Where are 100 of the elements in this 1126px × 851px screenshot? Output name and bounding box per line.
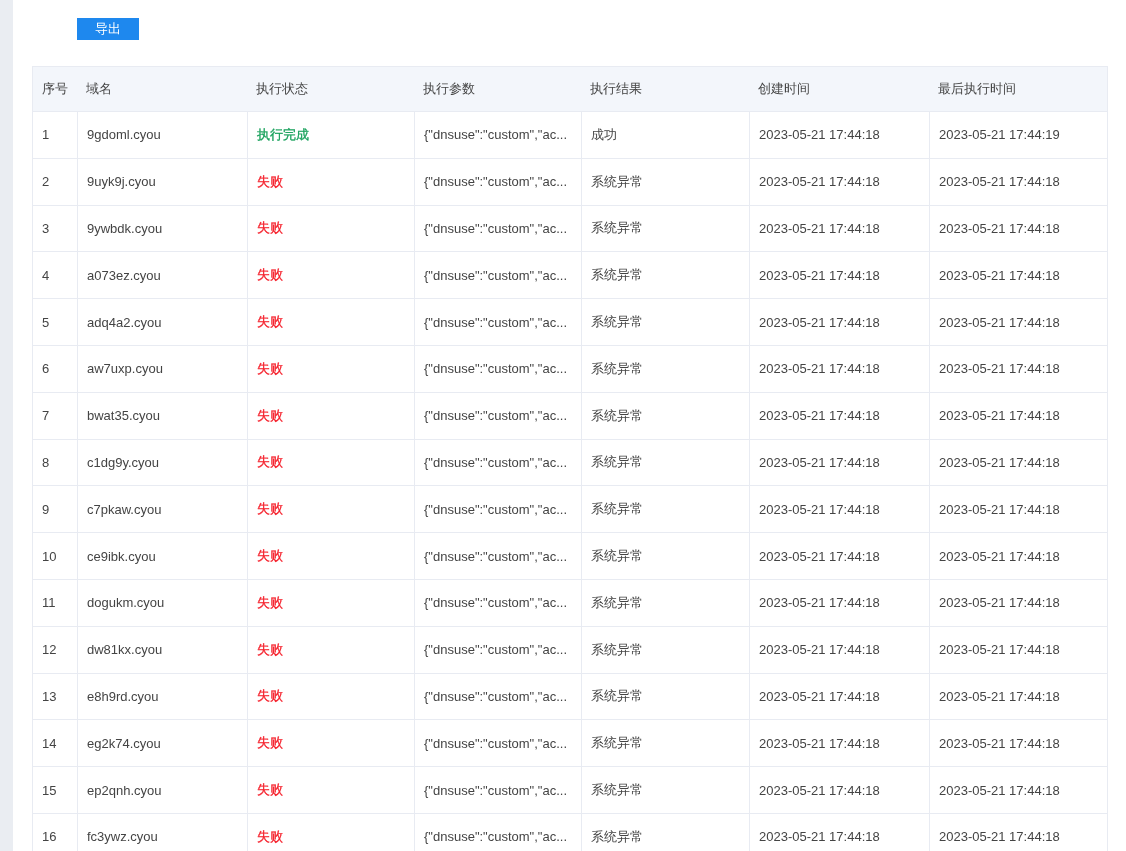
table-cell: 系统异常	[591, 359, 643, 378]
status-text: 失败	[257, 827, 283, 846]
table-cell: c7pkaw.cyou	[87, 501, 162, 517]
status-text: 失败	[257, 313, 283, 332]
table-cell: 系统异常	[591, 547, 643, 566]
table-cell: 2023-05-21 17:44:18	[939, 595, 1060, 611]
table-cell: 2023-05-21 17:44:18	[759, 454, 880, 470]
table-cell: 2023-05-21 17:44:18	[759, 408, 880, 424]
table-cell: bwat35.cyou	[87, 408, 160, 424]
table-cell: {"dnsuse":"custom","ac...	[424, 501, 568, 517]
table-cell: 1	[42, 127, 50, 143]
table-cell: 2023-05-21 17:44:18	[759, 595, 880, 611]
table-cell: 2023-05-21 17:44:19	[939, 127, 1060, 143]
table-cell: {"dnsuse":"custom","ac...	[424, 688, 568, 704]
table-cell: 系统异常	[591, 593, 643, 612]
table-cell: adq4a2.cyou	[87, 314, 162, 330]
table-cell: {"dnsuse":"custom","ac...	[424, 127, 568, 143]
table-cell: 2023-05-21 17:44:18	[939, 174, 1060, 190]
table-cell: c1dg9y.cyou	[87, 454, 160, 470]
status-text: 失败	[257, 734, 283, 753]
status-text: 失败	[257, 359, 283, 378]
table-cell: 2023-05-21 17:44:18	[939, 408, 1060, 424]
status-text: 失败	[257, 266, 283, 285]
table-cell: 2	[42, 174, 50, 190]
table-cell: 2023-05-21 17:44:18	[759, 688, 880, 704]
table-cell: {"dnsuse":"custom","ac...	[424, 361, 568, 377]
table-cell: 2023-05-21 17:44:18	[939, 688, 1060, 704]
table-cell: 2023-05-21 17:44:18	[939, 221, 1060, 236]
table-cell: 2023-05-21 17:44:18	[759, 267, 880, 283]
column-header: 域名	[85, 80, 113, 98]
table-cell: e8h9rd.cyou	[87, 688, 159, 704]
table-cell: dogukm.cyou	[87, 595, 165, 611]
table-cell: {"dnsuse":"custom","ac...	[424, 735, 568, 751]
table-cell: 2023-05-21 17:44:18	[939, 454, 1060, 470]
status-text: 失败	[257, 500, 283, 519]
table-cell: eg2k74.cyou	[87, 735, 161, 751]
table-cell: 2023-05-21 17:44:18	[759, 174, 880, 190]
table-cell: {"dnsuse":"custom","ac...	[424, 595, 568, 611]
table-cell: 系统异常	[591, 219, 643, 238]
table-cell: 2023-05-21 17:44:18	[939, 501, 1060, 517]
table-cell: fc3ywz.cyou	[87, 829, 158, 845]
status-text: 执行完成	[257, 125, 309, 144]
table-cell: 2023-05-21 17:44:18	[759, 127, 880, 143]
table-cell: {"dnsuse":"custom","ac...	[424, 548, 568, 564]
table-cell: 11	[42, 595, 56, 611]
table-cell: {"dnsuse":"custom","ac...	[424, 314, 568, 330]
table-cell: ce9ibk.cyou	[87, 548, 156, 564]
column-header: 序号	[41, 80, 69, 98]
table-cell: {"dnsuse":"custom","ac...	[424, 221, 568, 236]
status-text: 失败	[257, 406, 283, 425]
table-cell: 3	[42, 221, 50, 236]
table-cell: 系统异常	[591, 781, 643, 800]
table-cell: 2023-05-21 17:44:18	[759, 735, 880, 751]
export-button[interactable]: 导出	[77, 18, 139, 40]
table-cell: 系统异常	[591, 406, 643, 425]
table-cell: 16	[42, 829, 57, 845]
table-cell: aw7uxp.cyou	[87, 361, 163, 377]
table-cell: 系统异常	[591, 640, 643, 659]
table-cell: 12	[42, 642, 57, 658]
table-cell: 2023-05-21 17:44:18	[939, 267, 1060, 283]
table-cell: 4	[42, 267, 50, 283]
table-cell: 2023-05-21 17:44:18	[939, 642, 1060, 658]
status-text: 失败	[257, 687, 283, 706]
table-cell: 9uyk9j.cyou	[87, 174, 156, 190]
table-cell: {"dnsuse":"custom","ac...	[424, 829, 568, 845]
status-text: 失败	[257, 547, 283, 566]
table-cell: 2023-05-21 17:44:18	[939, 548, 1060, 564]
column-header: 创建时间	[757, 80, 811, 98]
table-cell: 2023-05-21 17:44:18	[759, 782, 880, 798]
table-cell: {"dnsuse":"custom","ac...	[424, 642, 568, 658]
table-cell: 2023-05-21 17:44:18	[759, 501, 880, 517]
status-text: 失败	[257, 640, 283, 659]
table-cell: 6	[42, 361, 50, 377]
column-header: 最后执行时间	[937, 80, 1017, 98]
status-text: 失败	[257, 453, 283, 472]
table-cell: 7	[42, 408, 50, 424]
table-cell: 9gdoml.cyou	[87, 127, 161, 143]
table-cell: 系统异常	[591, 687, 643, 706]
table-cell: {"dnsuse":"custom","ac...	[424, 174, 568, 190]
table-cell: 10	[42, 548, 57, 564]
table-cell: 系统异常	[591, 734, 643, 753]
table-cell: 13	[42, 688, 57, 704]
table-cell: 2023-05-21 17:44:18	[939, 314, 1060, 330]
table-cell: 2023-05-21 17:44:18	[939, 829, 1060, 845]
table-cell: a073ez.cyou	[87, 267, 161, 283]
table-cell: 系统异常	[591, 266, 643, 285]
table-cell: 2023-05-21 17:44:18	[759, 642, 880, 658]
table-cell: {"dnsuse":"custom","ac...	[424, 454, 568, 470]
table-cell: {"dnsuse":"custom","ac...	[424, 267, 568, 283]
table-cell: {"dnsuse":"custom","ac...	[424, 782, 568, 798]
table-cell: 2023-05-21 17:44:18	[939, 735, 1060, 751]
status-text: 失败	[257, 781, 283, 800]
table-cell: 15	[42, 782, 57, 798]
table-cell: 系统异常	[591, 172, 643, 191]
table-cell: 系统异常	[591, 500, 643, 519]
table-cell: 系统异常	[591, 453, 643, 472]
status-text: 失败	[257, 172, 283, 191]
table-cell: 2023-05-21 17:44:18	[759, 221, 880, 236]
status-text: 失败	[257, 593, 283, 612]
table-cell: 2023-05-21 17:44:18	[759, 829, 880, 845]
